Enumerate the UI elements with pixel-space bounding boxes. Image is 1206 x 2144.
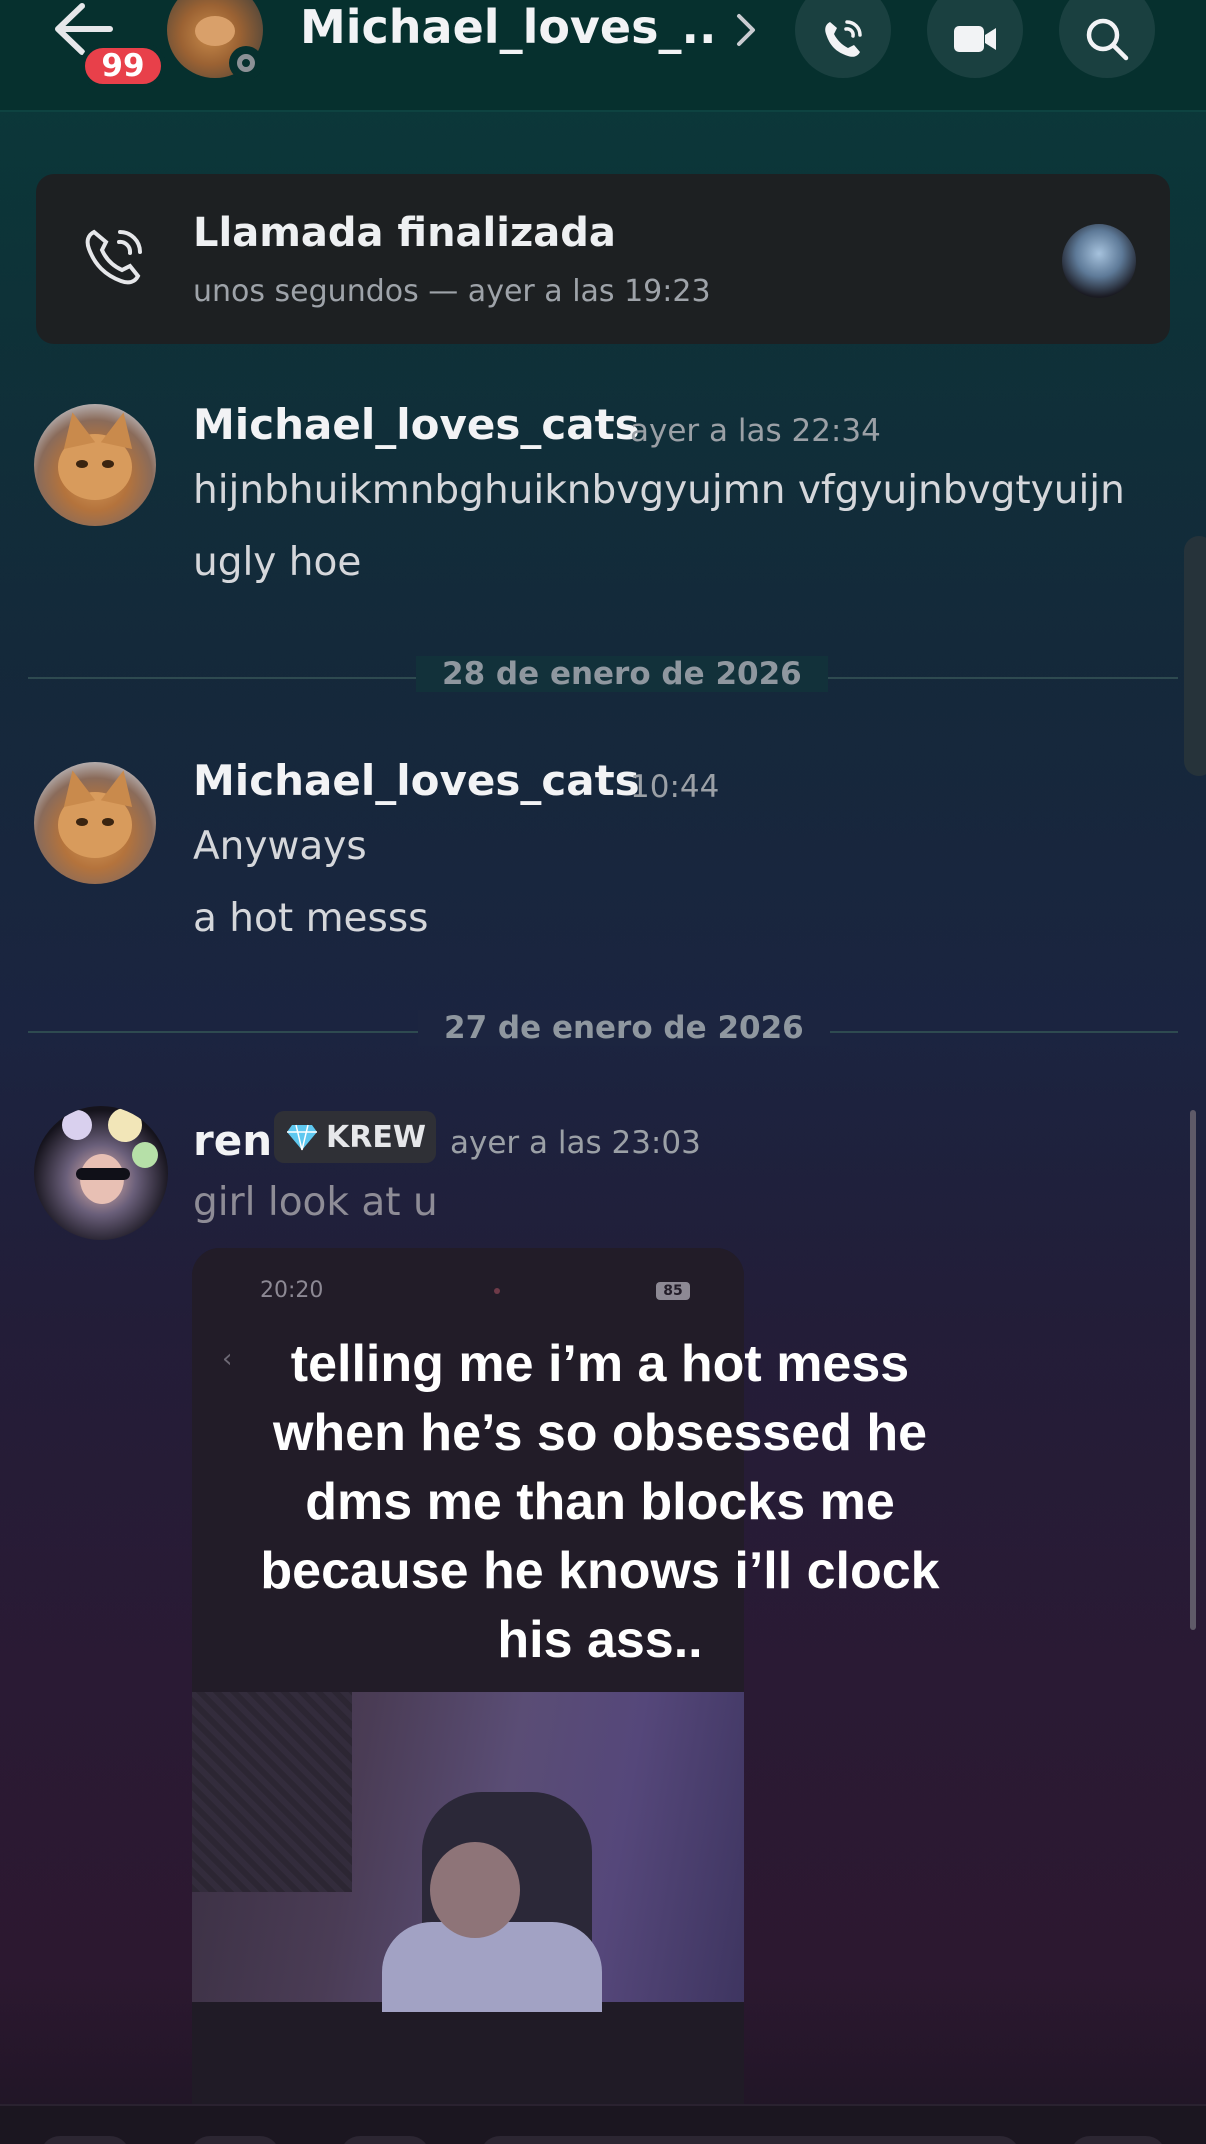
composer-button[interactable] bbox=[340, 2136, 430, 2144]
composer-button[interactable] bbox=[190, 2136, 280, 2144]
chevron-right-icon[interactable] bbox=[734, 10, 758, 50]
message-text: ugly hoe bbox=[193, 540, 362, 585]
guild-tag-label: KREW bbox=[326, 1119, 426, 1155]
message-text: hijnbhuikmnbghuiknbvgyujmn vfgyujnbvgtyu… bbox=[193, 468, 1125, 513]
diamond-icon bbox=[287, 1124, 317, 1151]
channel-title[interactable]: Michael_loves_... bbox=[300, 0, 720, 56]
status-offline-icon bbox=[229, 46, 263, 80]
call-title: Llamada finalizada bbox=[193, 210, 616, 256]
user-avatar[interactable] bbox=[34, 762, 156, 884]
status-time: 20:20 bbox=[260, 1278, 324, 1303]
drawer-handle[interactable] bbox=[1184, 536, 1206, 776]
composer-bar bbox=[0, 2104, 1206, 2144]
battery-icon: 85 bbox=[656, 1282, 690, 1300]
phone-call-ended-icon bbox=[85, 229, 142, 285]
message-text: girl look at u bbox=[193, 1180, 438, 1225]
message-timestamp: ayer a las 22:34 bbox=[630, 413, 881, 449]
image-caption-text: telling me i’m a hot mess when he’s so o… bbox=[260, 1335, 940, 1669]
message-author[interactable]: ren bbox=[193, 1116, 272, 1165]
user-avatar[interactable] bbox=[34, 1106, 168, 1240]
unread-badge: 99 bbox=[80, 43, 166, 89]
message-timestamp: 10:44 bbox=[630, 769, 720, 805]
recording-dot-icon bbox=[494, 1288, 500, 1294]
message-author[interactable]: Michael_loves_cats bbox=[193, 400, 640, 449]
call-ended-card: Llamada finalizada unos segundos — ayer … bbox=[36, 174, 1170, 344]
composer-button[interactable] bbox=[40, 2136, 130, 2144]
video-call-button[interactable] bbox=[927, 0, 1023, 78]
composer-button[interactable] bbox=[1070, 2136, 1166, 2144]
chat-header: 99 Michael_loves_... bbox=[0, 0, 1206, 112]
voice-call-button[interactable] bbox=[795, 0, 891, 78]
scrollbar[interactable] bbox=[1190, 1110, 1196, 1630]
message-text: a hot messs bbox=[193, 896, 429, 941]
message-author[interactable]: Michael_loves_cats bbox=[193, 756, 640, 805]
participant-avatar[interactable] bbox=[1062, 224, 1136, 298]
embedded-photo bbox=[192, 1692, 744, 2012]
message-timestamp: ayer a las 23:03 bbox=[450, 1125, 701, 1161]
phone-icon bbox=[825, 20, 862, 57]
date-divider-label: 27 de enero de 2026 bbox=[418, 1010, 830, 1046]
guild-tag[interactable]: KREW bbox=[274, 1111, 436, 1163]
video-camera-icon bbox=[954, 26, 996, 52]
search-button[interactable] bbox=[1059, 0, 1155, 78]
user-avatar[interactable] bbox=[34, 404, 156, 526]
date-divider-label: 28 de enero de 2026 bbox=[416, 656, 828, 692]
call-subtitle: unos segundos — ayer a las 19:23 bbox=[193, 274, 711, 309]
message-text: Anyways bbox=[193, 824, 367, 869]
search-icon bbox=[1086, 18, 1129, 61]
message-input[interactable] bbox=[480, 2136, 1020, 2144]
